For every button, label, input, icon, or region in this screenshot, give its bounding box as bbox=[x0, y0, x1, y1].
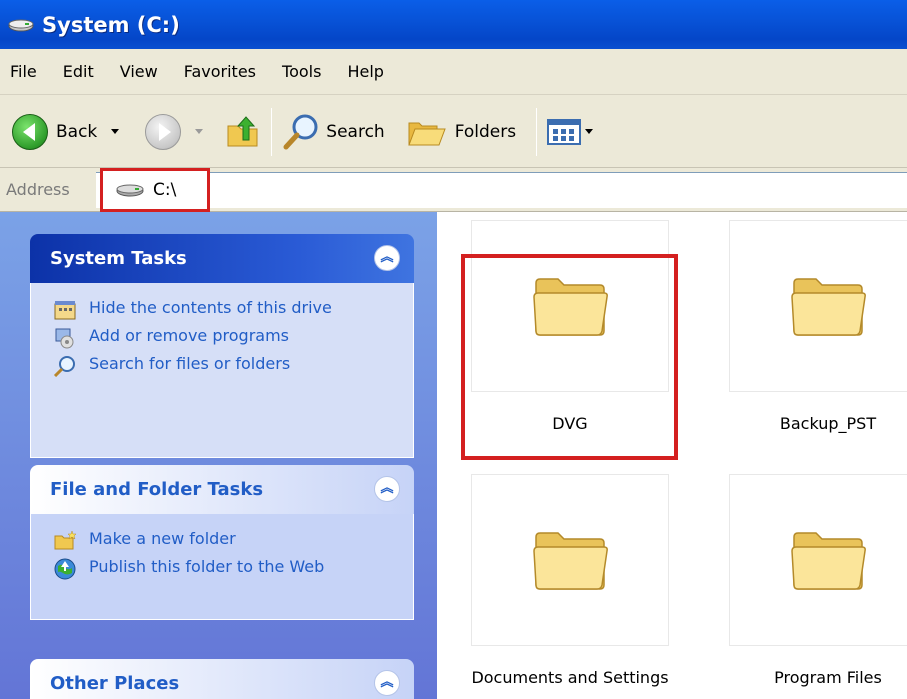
system-tasks-panel: System Tasks ︽ Hide the contents of this… bbox=[30, 234, 414, 458]
folder-label: Program Files bbox=[774, 668, 882, 687]
window-title: System (C:) bbox=[42, 12, 180, 37]
search-icon bbox=[283, 114, 318, 149]
folder-label: Backup_PST bbox=[779, 414, 877, 433]
folder-thumbnail bbox=[729, 220, 907, 392]
folder-thumbnail bbox=[729, 474, 907, 646]
forward-button[interactable] bbox=[145, 113, 182, 150]
search-icon bbox=[53, 356, 75, 377]
menu-bar: File Edit View Favorites Tools Help bbox=[0, 49, 907, 95]
back-dropdown-icon[interactable] bbox=[111, 129, 120, 134]
new-folder-icon bbox=[54, 530, 77, 550]
task-hide-contents[interactable]: Hide the contents of this drive bbox=[53, 297, 403, 321]
menu-edit[interactable]: Edit bbox=[63, 62, 94, 81]
up-folder-icon[interactable] bbox=[225, 114, 261, 150]
system-tasks-header[interactable]: System Tasks ︽ bbox=[30, 234, 414, 283]
folder-thumbnail bbox=[471, 474, 669, 646]
title-bar: System (C:) bbox=[0, 0, 907, 49]
folder-icon bbox=[533, 532, 608, 590]
views-dropdown-icon bbox=[585, 129, 594, 134]
forward-arrow-icon bbox=[145, 113, 182, 150]
folder-icon bbox=[791, 532, 866, 590]
address-field-background[interactable] bbox=[96, 172, 907, 208]
drive-icon bbox=[8, 19, 34, 31]
publish-web-icon bbox=[54, 558, 76, 580]
task-publish-folder[interactable]: Publish this folder to the Web bbox=[53, 556, 403, 580]
task-pane: System Tasks ︽ Hide the contents of this… bbox=[0, 212, 437, 699]
folder-icon bbox=[791, 278, 866, 336]
task-search-files[interactable]: Search for files or folders bbox=[53, 353, 403, 377]
views-button[interactable] bbox=[547, 118, 594, 146]
task-label: Publish this folder to the Web bbox=[89, 557, 325, 576]
menu-help[interactable]: Help bbox=[347, 62, 383, 81]
other-places-header[interactable]: Other Places ︽ bbox=[30, 659, 414, 699]
forward-dropdown-icon[interactable] bbox=[195, 129, 204, 134]
task-label: Hide the contents of this drive bbox=[89, 298, 332, 317]
folders-icon bbox=[407, 122, 446, 145]
add-remove-programs-icon bbox=[55, 328, 74, 349]
system-tasks-body: Hide the contents of this drive Add or r… bbox=[30, 283, 414, 458]
file-folder-tasks-panel: File and Folder Tasks ︽ Make a new folde… bbox=[30, 465, 414, 620]
hide-contents-icon bbox=[54, 301, 76, 320]
search-button[interactable]: Search bbox=[282, 113, 385, 151]
folders-button[interactable]: Folders bbox=[407, 115, 516, 149]
file-folder-tasks-title: File and Folder Tasks bbox=[50, 479, 264, 500]
file-folder-tasks-body: Make a new folder Publish this folder to… bbox=[30, 514, 414, 620]
address-value: C:\ bbox=[153, 180, 177, 200]
views-icon bbox=[547, 118, 582, 145]
other-places-title: Other Places bbox=[50, 673, 180, 694]
highlight-annotation bbox=[461, 254, 678, 460]
toolbar: Back Search Folders bbox=[0, 96, 907, 168]
task-add-remove-programs[interactable]: Add or remove programs bbox=[53, 325, 403, 349]
folders-label: Folders bbox=[454, 121, 517, 142]
menu-view[interactable]: View bbox=[120, 62, 158, 81]
file-folder-tasks-header[interactable]: File and Folder Tasks ︽ bbox=[30, 465, 414, 514]
other-places-panel: Other Places ︽ bbox=[30, 659, 414, 699]
folder-program-files[interactable]: Program Files bbox=[729, 474, 907, 687]
back-label: Back bbox=[56, 121, 98, 142]
menu-favorites[interactable]: Favorites bbox=[184, 62, 256, 81]
back-arrow-icon bbox=[12, 113, 48, 150]
collapse-icon[interactable]: ︽ bbox=[374, 476, 400, 502]
task-label: Make a new folder bbox=[89, 529, 236, 548]
menu-tools[interactable]: Tools bbox=[282, 62, 321, 81]
system-tasks-title: System Tasks bbox=[50, 248, 187, 269]
drive-icon bbox=[116, 184, 144, 197]
toolbar-separator bbox=[271, 107, 273, 156]
collapse-icon[interactable]: ︽ bbox=[374, 245, 400, 271]
search-label: Search bbox=[326, 121, 385, 142]
address-bar: Address C:\ bbox=[0, 168, 907, 212]
back-button[interactable]: Back bbox=[12, 113, 98, 150]
menu-file[interactable]: File bbox=[10, 62, 37, 81]
folder-backup-pst[interactable]: Backup_PST bbox=[729, 220, 907, 433]
address-input[interactable]: C:\ bbox=[100, 168, 210, 212]
task-make-new-folder[interactable]: Make a new folder bbox=[53, 528, 403, 552]
task-label: Search for files or folders bbox=[89, 354, 291, 373]
task-label: Add or remove programs bbox=[89, 326, 289, 345]
folder-documents-and-settings[interactable]: Documents and Settings bbox=[471, 474, 669, 687]
folder-label: Documents and Settings bbox=[471, 668, 669, 687]
toolbar-separator bbox=[536, 107, 538, 156]
collapse-icon[interactable]: ︽ bbox=[374, 670, 400, 696]
address-label: Address bbox=[6, 180, 70, 199]
